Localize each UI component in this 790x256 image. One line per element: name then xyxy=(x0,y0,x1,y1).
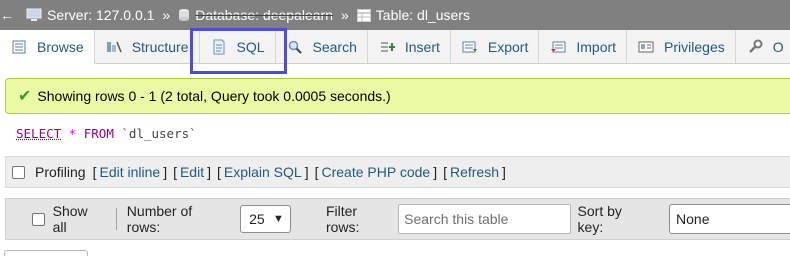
tab-insert[interactable]: Insert xyxy=(368,30,451,63)
breadcrumb-table-label: Table: dl_users xyxy=(375,7,470,23)
profiling-checkbox[interactable] xyxy=(12,165,25,179)
operations-icon xyxy=(746,39,764,55)
check-icon: ✔ xyxy=(18,88,32,105)
explain-sql-link[interactable]: Explain SQL xyxy=(224,164,302,180)
show-all-checkbox[interactable] xyxy=(32,212,45,226)
success-text: Showing rows 0 - 1 (2 total, Query took … xyxy=(37,88,391,104)
bottom-control[interactable] xyxy=(4,250,88,256)
insert-icon xyxy=(378,39,396,55)
tab-privileges-label: Privileges xyxy=(664,38,725,55)
tab-insert-label: Insert xyxy=(404,38,440,55)
navigation-bar: Show all Number of rows: 25 ▼ Filter row… xyxy=(5,198,790,240)
sql-query: SELECT * FROM `dl_users` xyxy=(16,126,197,141)
breadcrumb: ← Server: 127.0.0.1 » Database: deepalea… xyxy=(0,0,790,30)
breadcrumb-server[interactable]: Server: 127.0.0.1 xyxy=(26,7,154,23)
edit-link[interactable]: Edit xyxy=(180,164,204,180)
tab-import-label: Import xyxy=(576,38,617,55)
filter-label: Filter rows: xyxy=(325,203,360,235)
structure-icon xyxy=(105,39,123,55)
breadcrumb-database-label: Database: deepalearn xyxy=(195,7,333,23)
divider xyxy=(115,208,117,230)
create-php-code-link[interactable]: Create PHP code xyxy=(321,164,430,180)
tab-search-label: Search xyxy=(312,38,357,55)
tab-sql[interactable]: SQL xyxy=(200,30,276,63)
rows-label: Number of rows: xyxy=(126,203,193,235)
import-icon xyxy=(549,39,567,55)
tab-structure[interactable]: Structure xyxy=(95,30,200,63)
search-icon xyxy=(286,39,304,55)
table-icon xyxy=(356,8,371,22)
profiling-label: Profiling xyxy=(35,164,86,180)
browse-icon xyxy=(10,39,28,55)
server-icon xyxy=(26,8,42,21)
sort-select[interactable]: None xyxy=(669,204,790,234)
breadcrumb-database[interactable]: Database: deepalearn xyxy=(178,7,333,23)
sql-keyword-select[interactable]: SELECT xyxy=(16,126,61,141)
tab-operations[interactable]: O xyxy=(736,30,790,63)
privileges-icon xyxy=(637,39,655,55)
rows-select[interactable]: 25 ▼ xyxy=(240,205,291,233)
tab-operations-label: O xyxy=(772,38,784,55)
tab-sql-label: SQL xyxy=(236,38,265,55)
tab-bar: Browse Structure SQL Search Insert Expor… xyxy=(0,30,790,64)
export-icon xyxy=(461,39,479,55)
filter-input[interactable]: Search this table xyxy=(398,204,571,234)
tab-import[interactable]: Import xyxy=(539,30,628,63)
profiling-bar: Profiling [Edit inline] [Edit] [Explain … xyxy=(5,156,790,188)
breadcrumb-separator: » xyxy=(162,7,171,23)
chevron-down-icon: ▼ xyxy=(273,213,284,225)
sql-star: * xyxy=(68,126,77,141)
sql-icon xyxy=(210,39,228,55)
tab-export-label: Export xyxy=(487,38,529,55)
sort-label: Sort by key: xyxy=(577,203,622,235)
show-all-label: Show all xyxy=(52,203,88,235)
tab-browse[interactable]: Browse xyxy=(0,30,95,64)
tab-privileges[interactable]: Privileges xyxy=(627,30,736,63)
breadcrumb-table[interactable]: Table: dl_users xyxy=(356,7,470,23)
success-message: ✔ Showing rows 0 - 1 (2 total, Query too… xyxy=(5,78,790,114)
rows-select-value: 25 xyxy=(249,211,265,227)
breadcrumb-separator: » xyxy=(340,7,349,23)
tab-search[interactable]: Search xyxy=(276,30,368,63)
tab-structure-label: Structure xyxy=(131,38,189,55)
tab-export[interactable]: Export xyxy=(451,30,540,63)
sql-keyword-from: FROM xyxy=(83,126,114,141)
back-arrow-icon[interactable]: ← xyxy=(0,7,14,23)
tab-browse-label: Browse xyxy=(37,38,84,55)
database-icon xyxy=(179,9,190,21)
breadcrumb-server-label: Server: 127.0.0.1 xyxy=(47,7,155,23)
refresh-link[interactable]: Refresh xyxy=(450,164,499,180)
sql-table-name: `dl_users` xyxy=(121,126,197,141)
edit-inline-link[interactable]: Edit inline xyxy=(99,164,160,180)
